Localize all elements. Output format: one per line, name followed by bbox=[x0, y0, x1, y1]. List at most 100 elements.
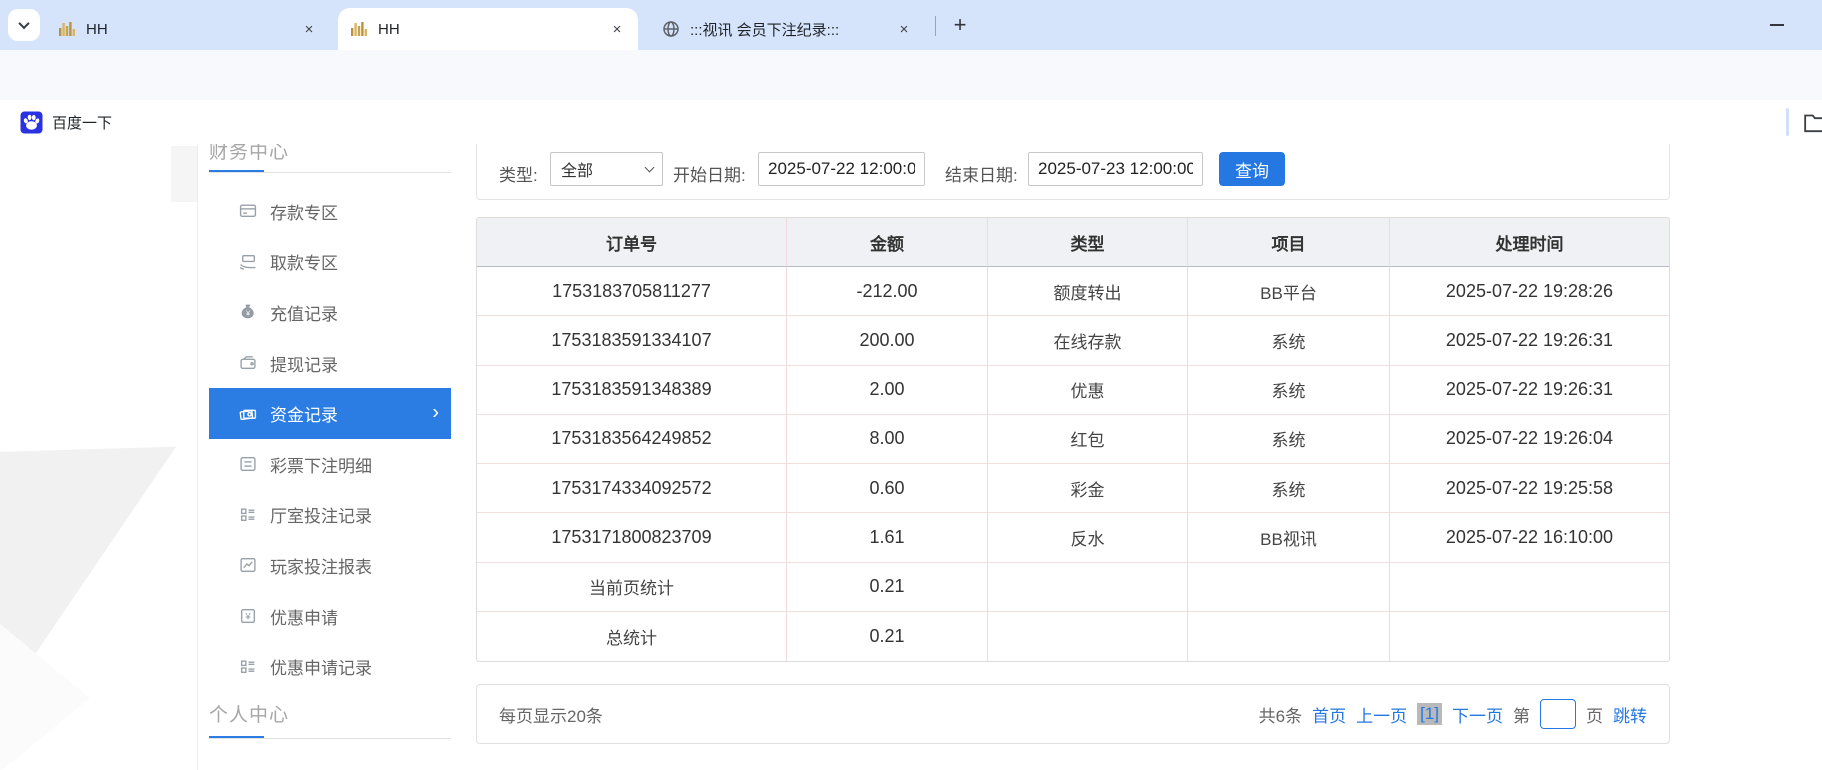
cell-time: 2025-07-22 16:10:00 bbox=[1390, 513, 1669, 563]
total-count-text: 共6条 bbox=[1258, 706, 1303, 726]
sidebar-item-withdrawal-records[interactable]: 提现记录 bbox=[209, 338, 451, 389]
list-grid-icon bbox=[240, 508, 255, 521]
tab-divider bbox=[935, 16, 936, 36]
bookmarks-separator bbox=[1786, 108, 1789, 136]
cell-time: 2025-07-22 19:26:31 bbox=[1390, 366, 1669, 415]
svg-text:¥: ¥ bbox=[244, 612, 251, 623]
pagination-bar: 每页显示20条 共6条 首页 上一页 [1] 下一页 第 页 跳转 bbox=[476, 684, 1670, 744]
cell-type: 额度转出 bbox=[988, 267, 1188, 317]
tab-search-button[interactable] bbox=[8, 9, 40, 41]
next-page-link[interactable]: 下一页 bbox=[1452, 702, 1503, 727]
sidebar-item-promo-apply-records[interactable]: 优惠申请记录 bbox=[209, 641, 451, 692]
chart-icon bbox=[240, 558, 256, 573]
start-date-label: 开始日期: bbox=[673, 166, 746, 185]
start-date-input[interactable] bbox=[758, 152, 925, 186]
sidebar-item-label: 优惠申请 bbox=[270, 608, 338, 628]
close-icon[interactable]: × bbox=[895, 20, 913, 38]
minimize-icon bbox=[1770, 24, 1784, 26]
sidebar-item-lottery-bet-detail[interactable]: 彩票下注明细 bbox=[209, 439, 451, 490]
sidebar-item-label: 存款专区 bbox=[270, 203, 338, 223]
sidebar-item-promo-apply[interactable]: ¥ 优惠申请 bbox=[209, 591, 451, 642]
jump-page-input[interactable] bbox=[1540, 699, 1576, 729]
cell-project: BB平台 bbox=[1188, 267, 1390, 317]
cell-project: BB视讯 bbox=[1188, 513, 1390, 563]
sidebar-item-label: 取款专区 bbox=[270, 254, 338, 274]
sidebar-item-label: 彩票下注明细 bbox=[270, 456, 372, 476]
cell-order-no: 1753183591348389 bbox=[477, 365, 787, 415]
cell-order-no: 1753171800823709 bbox=[477, 513, 787, 563]
cell-time: 2025-07-22 19:25:58 bbox=[1390, 464, 1669, 514]
col-header-type: 类型 bbox=[988, 218, 1188, 267]
cell-order-no: 1753183591334107 bbox=[477, 316, 787, 366]
cell-type: 在线存款 bbox=[988, 316, 1188, 366]
cell-project: 系统 bbox=[1188, 316, 1390, 366]
sidebar-section-finance: 财务中心 bbox=[209, 144, 290, 163]
tab-1[interactable]: HH × bbox=[46, 8, 330, 50]
tab-3[interactable]: :::视讯 会员下注纪录::: × bbox=[650, 8, 925, 50]
close-icon[interactable]: × bbox=[300, 20, 318, 38]
sidebar-item-label: 提现记录 bbox=[270, 355, 338, 375]
browser-window: HH × HH × :::视讯 会员下注纪录::: × + 百度一下 财务中心 … bbox=[0, 0, 1822, 770]
sidebar-item-deposit-zone[interactable]: 存款专区 bbox=[209, 186, 451, 237]
records-table: 订单号 金额 类型 项目 处理时间 1753183705811277 -212.… bbox=[476, 217, 1670, 662]
type-label: 类型: bbox=[499, 166, 538, 185]
sidebar-item-withdraw-zone[interactable]: 取款专区 bbox=[209, 237, 451, 288]
sidebar-item-label: 优惠申请记录 bbox=[270, 659, 372, 679]
tab-2-active[interactable]: HH × bbox=[338, 8, 638, 50]
bookmark-label: 百度一下 bbox=[52, 114, 113, 132]
coupon-icon: ¥ bbox=[240, 609, 256, 624]
bookmarks-bar: 百度一下 bbox=[0, 100, 1822, 144]
cell-type: 红包 bbox=[988, 414, 1188, 464]
sidebar-item-funds-records[interactable]: 资金记录 › bbox=[209, 388, 451, 439]
type-select-value: 全部 bbox=[561, 163, 594, 180]
search-button[interactable]: 查询 bbox=[1219, 152, 1285, 186]
sidebar-item-label: 厅室投注记录 bbox=[270, 507, 372, 527]
minimize-button[interactable] bbox=[1762, 12, 1792, 38]
cell-type: 优惠 bbox=[988, 365, 1188, 415]
tab-title: HH bbox=[86, 20, 108, 38]
cell-time: 2025-07-22 19:26:31 bbox=[1390, 316, 1669, 366]
cell-amount: 0.60 bbox=[787, 464, 988, 514]
chevron-down-icon bbox=[644, 162, 655, 173]
decorative-patch bbox=[171, 146, 197, 202]
close-icon[interactable]: × bbox=[608, 20, 626, 38]
cell-project: 系统 bbox=[1188, 464, 1390, 514]
cell-amount: -212.00 bbox=[787, 267, 988, 317]
sidebar-section-personal: 个人中心 bbox=[209, 705, 290, 726]
wallet-icon bbox=[240, 356, 256, 370]
funds-icon bbox=[239, 409, 257, 420]
sidebar-item-label: 充值记录 bbox=[270, 304, 338, 324]
page-size-text: 每页显示20条 bbox=[499, 706, 603, 726]
type-select[interactable]: 全部 bbox=[550, 152, 663, 186]
cell-amount: 2.00 bbox=[787, 365, 988, 415]
cell-empty bbox=[1390, 612, 1669, 661]
sidebar-item-label: 资金记录 bbox=[270, 406, 338, 426]
folder-icon[interactable] bbox=[1803, 109, 1822, 135]
withdraw-hand-icon bbox=[239, 254, 256, 270]
cell-amount: 1.61 bbox=[787, 513, 988, 563]
chevron-down-icon bbox=[18, 17, 30, 30]
cell-empty bbox=[1188, 611, 1390, 661]
prev-page-link[interactable]: 上一页 bbox=[1356, 702, 1407, 727]
sidebar-item-recharge-records[interactable]: ¥ 充值记录 bbox=[209, 287, 451, 338]
first-page-link[interactable]: 首页 bbox=[1312, 702, 1346, 727]
sidebar-item-label: 玩家投注报表 bbox=[270, 557, 372, 577]
jump-button[interactable]: 跳转 bbox=[1613, 702, 1647, 727]
jump-suffix: 页 bbox=[1586, 706, 1603, 726]
sidebar-item-player-bet-report[interactable]: 玩家投注报表 bbox=[209, 540, 451, 591]
cell-empty bbox=[1390, 563, 1669, 612]
bookmark-baidu[interactable]: 百度一下 bbox=[14, 107, 118, 137]
gold-bars-icon bbox=[59, 22, 75, 36]
tab-title: :::视讯 会员下注纪录::: bbox=[690, 21, 840, 39]
sidebar-item-hall-bet-records[interactable]: 厅室投注记录 bbox=[209, 490, 451, 541]
col-header-project: 项目 bbox=[1188, 218, 1390, 267]
cell-empty bbox=[988, 562, 1188, 612]
chevron-right-icon: › bbox=[432, 401, 439, 424]
new-tab-button[interactable]: + bbox=[945, 10, 975, 40]
cell-amount: 8.00 bbox=[787, 414, 988, 464]
cell-grand-total-label: 总统计 bbox=[477, 611, 787, 661]
end-date-input[interactable] bbox=[1028, 152, 1203, 186]
col-header-time: 处理时间 bbox=[1390, 218, 1669, 267]
cell-time: 2025-07-22 19:26:04 bbox=[1390, 415, 1669, 464]
deposit-card-icon bbox=[239, 204, 257, 218]
